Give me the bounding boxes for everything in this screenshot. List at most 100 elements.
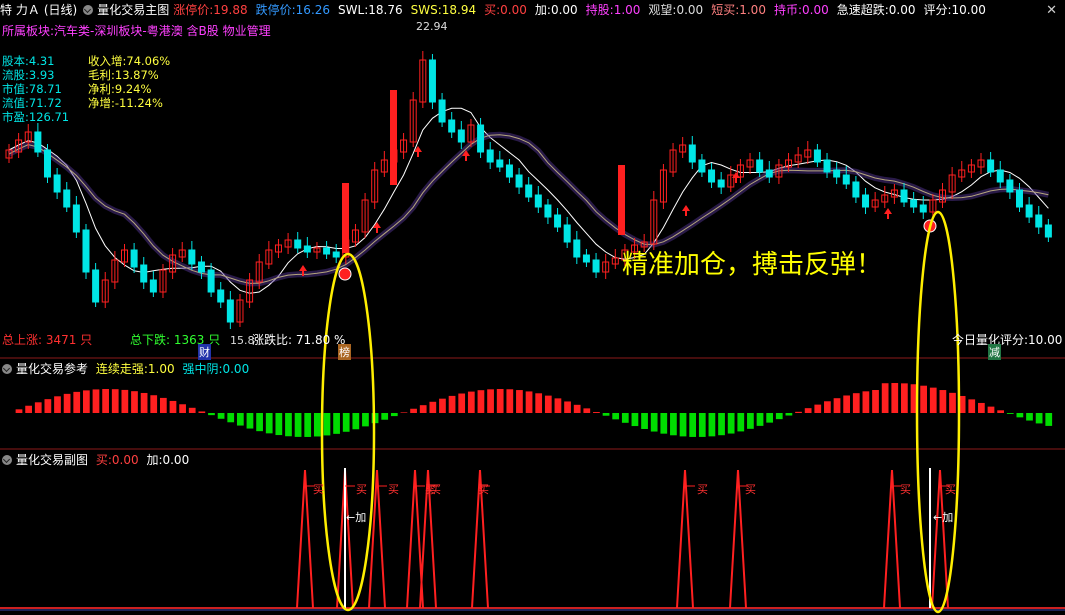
ref-dropdown-icon[interactable] (2, 364, 12, 374)
ref-field2-label: 强中阴: (182, 362, 223, 376)
header-field-7: 观望:0.00 (648, 3, 707, 17)
ref-bar (708, 413, 716, 437)
ref-bar (304, 413, 312, 437)
stock-name[interactable]: 特 力Ａ (0, 3, 40, 17)
candle-body (852, 181, 860, 198)
ref-bar (102, 389, 109, 413)
buy-signal-label: 买 (430, 483, 441, 496)
buy-signal-label: 买 (697, 483, 708, 496)
ref-bar (862, 391, 870, 413)
ref-bar (188, 407, 196, 413)
score-label: 今日量化评分:10.00 (952, 333, 1063, 347)
ref-bar (111, 389, 119, 413)
high-price-label: 22.94 (416, 20, 448, 33)
ref-bar (1045, 413, 1053, 426)
ref-bar (544, 395, 552, 413)
header-field-6: 持股:1.00 (586, 3, 645, 17)
rank-tag[interactable]: 榜 (338, 344, 351, 360)
reduce-tag[interactable]: 减 (988, 344, 1001, 360)
candle-body (477, 124, 485, 153)
ref-bar (1006, 413, 1014, 414)
finance-tag[interactable]: 财 (198, 344, 211, 360)
ref-bar (150, 395, 158, 413)
candle-body (919, 204, 927, 213)
ref-bar (564, 401, 571, 413)
big-candle (342, 183, 349, 253)
candle-body (573, 239, 581, 258)
ref-bar (121, 389, 129, 413)
candle-body (149, 279, 157, 293)
field-value: 19.88 (213, 3, 248, 17)
buy-signal-label: 买 (945, 483, 956, 496)
ref-bar (718, 413, 725, 436)
ref-bar (670, 413, 677, 436)
candle-body (207, 269, 215, 293)
ref-bar (891, 383, 899, 413)
field-label: 加: (534, 3, 551, 17)
reference-bars (15, 383, 1053, 437)
low-price-label: 15.8 (230, 334, 255, 347)
ref-bar (968, 399, 976, 413)
ref-bar (487, 389, 494, 413)
ref-bar (997, 410, 1004, 413)
header-field-2: SWL:18.76 (338, 3, 407, 17)
ref-bar (285, 413, 292, 437)
period-label[interactable]: (日线) (44, 3, 77, 17)
header-field-4: 买:0.00 (484, 3, 531, 17)
header-field-3: SWS:18.94 (411, 3, 481, 17)
candle-body (842, 174, 850, 185)
up-arrow-icon (884, 208, 892, 219)
field-label: SWL: (338, 3, 369, 17)
indicator-name[interactable]: 量化交易主图 (97, 3, 169, 17)
ref-bar (467, 391, 475, 413)
ref-bar (631, 413, 639, 427)
sub-dropdown-icon[interactable] (2, 455, 12, 465)
buy-spike (883, 469, 901, 609)
field-label: 急速超跌: (836, 3, 889, 17)
buy-signal-label: 买 (478, 483, 489, 496)
candle-body (82, 229, 90, 273)
field-label: 观望: (648, 3, 677, 17)
candle-body (698, 159, 706, 173)
field-label: 跌停价: (255, 3, 296, 17)
candle-body (34, 131, 42, 153)
ref-bar (275, 413, 283, 436)
candle-body (756, 159, 764, 173)
sub-buy-value: 0.00 (111, 453, 139, 467)
header-fields: 涨停价:19.88 跌停价:16.26 SWL:18.76 SWS:18.94 买:0.… (173, 3, 994, 17)
field-value: 10.00 (951, 3, 986, 17)
ref-bar (737, 413, 745, 432)
candle-body (303, 245, 311, 253)
ref-bar (256, 413, 263, 432)
fundamental-right-3: 净增:-11.24% (88, 96, 163, 110)
ref-bar (381, 413, 389, 420)
field-label: 评分: (923, 3, 952, 17)
ref-bar (583, 408, 591, 413)
ref-bar (477, 390, 485, 413)
ref-bar (785, 413, 793, 416)
ref-bar (573, 404, 581, 413)
ref-bar (313, 413, 321, 437)
ref-field1-label: 连续走强: (95, 362, 148, 376)
ref-bar (362, 413, 369, 427)
indicator-dropdown-icon[interactable] (83, 5, 94, 15)
candle-body (448, 119, 456, 133)
ref-bar (131, 391, 138, 413)
field-label: 涨停价: (173, 3, 214, 17)
field-value: 1.00 (739, 3, 766, 17)
candle-body (217, 289, 225, 303)
ref-bar (236, 413, 244, 426)
field-label: 持币: (773, 3, 802, 17)
candle-body (1025, 204, 1033, 218)
ref-bar (1016, 413, 1024, 418)
field-label: 持股: (585, 3, 614, 17)
close-icon[interactable]: ✕ (1046, 3, 1057, 18)
ref-bar (689, 413, 697, 437)
ref-panel-title[interactable]: 量化交易参考 (16, 362, 88, 376)
field-value: 0.00 (888, 3, 916, 17)
ref-bar (1026, 413, 1033, 421)
ref-bar (795, 411, 802, 413)
sub-panel-title[interactable]: 量化交易副图 (16, 453, 88, 467)
candle-body (900, 189, 908, 203)
ref-bar (73, 391, 81, 413)
